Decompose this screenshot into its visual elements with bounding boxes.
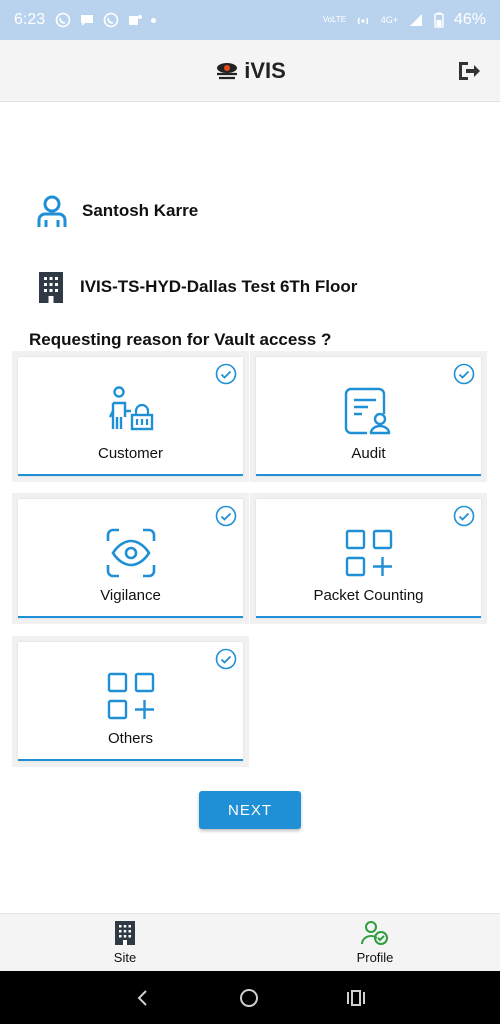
status-bar: 6:23 VoLTE 4G+ 46% bbox=[0, 0, 500, 40]
nav-profile-label: Profile bbox=[356, 950, 394, 965]
check-circle-icon[interactable] bbox=[215, 363, 237, 385]
check-circle-icon[interactable] bbox=[215, 505, 237, 527]
user-row: Santosh Karre bbox=[36, 194, 198, 228]
back-icon[interactable] bbox=[133, 988, 153, 1008]
check-circle-icon[interactable] bbox=[453, 363, 475, 385]
app-logo: iVIS bbox=[214, 58, 286, 84]
network-type: 4G+ bbox=[380, 15, 398, 25]
nav-profile[interactable]: Profile bbox=[250, 914, 500, 971]
ivis-eye-logo-icon bbox=[217, 62, 238, 79]
user-name: Santosh Karre bbox=[82, 201, 199, 220]
profile-check-icon bbox=[361, 921, 388, 945]
check-circle-icon[interactable] bbox=[215, 648, 237, 670]
site-name: IVIS-TS-HYD-Dallas Test 6Th Floor bbox=[80, 277, 358, 296]
building-icon bbox=[115, 921, 135, 945]
logout-icon[interactable] bbox=[456, 58, 482, 84]
system-nav-bar bbox=[0, 971, 500, 1024]
reason-label: Others bbox=[107, 730, 153, 747]
user-icon bbox=[37, 195, 67, 227]
signal-icon bbox=[409, 14, 422, 26]
eye-scan-icon bbox=[106, 528, 155, 578]
app-title: iVIS bbox=[244, 57, 286, 83]
more-notifications-dot bbox=[151, 17, 157, 23]
site-row: IVIS-TS-HYD-Dallas Test 6Th Floor bbox=[36, 270, 357, 304]
nav-site[interactable]: Site bbox=[0, 914, 250, 971]
reason-card-audit[interactable]: Audit bbox=[250, 351, 487, 482]
reason-label: Customer bbox=[97, 445, 164, 462]
recents-icon[interactable] bbox=[345, 988, 367, 1008]
teams-icon bbox=[129, 15, 143, 25]
reason-card-customer[interactable]: Customer bbox=[12, 351, 249, 482]
reason-card-vigilance[interactable]: Vigilance bbox=[12, 493, 249, 624]
volte-badge: VoLTE bbox=[322, 15, 347, 24]
grid-plus-icon bbox=[107, 672, 154, 720]
audit-document-icon bbox=[344, 387, 390, 435]
next-button[interactable]: NEXT bbox=[199, 791, 301, 829]
reason-card-others[interactable]: Others bbox=[12, 636, 249, 767]
reason-label: Vigilance bbox=[100, 587, 161, 604]
battery-icon bbox=[434, 12, 444, 28]
nav-site-label: Site bbox=[113, 950, 137, 965]
app-bar: iVIS bbox=[0, 40, 500, 102]
reason-question: Requesting reason for Vault access ? bbox=[29, 330, 332, 349]
check-circle-icon[interactable] bbox=[453, 505, 475, 527]
customer-basket-icon bbox=[108, 386, 153, 431]
whatsapp-icon bbox=[103, 12, 119, 28]
reason-label: Audit bbox=[351, 445, 386, 462]
whatsapp-icon bbox=[55, 12, 71, 28]
status-time: 6:23 bbox=[14, 11, 46, 28]
bottom-nav: Site Profile bbox=[0, 913, 500, 971]
building-icon bbox=[39, 272, 63, 303]
reason-label: Packet Counting bbox=[313, 587, 424, 604]
grid-plus-icon bbox=[345, 529, 392, 577]
chat-icon bbox=[81, 15, 94, 26]
battery-percent: 46% bbox=[453, 11, 486, 28]
home-icon[interactable] bbox=[238, 987, 260, 1009]
hotspot-icon bbox=[357, 17, 368, 25]
reason-card-packet-counting[interactable]: Packet Counting bbox=[250, 493, 487, 624]
